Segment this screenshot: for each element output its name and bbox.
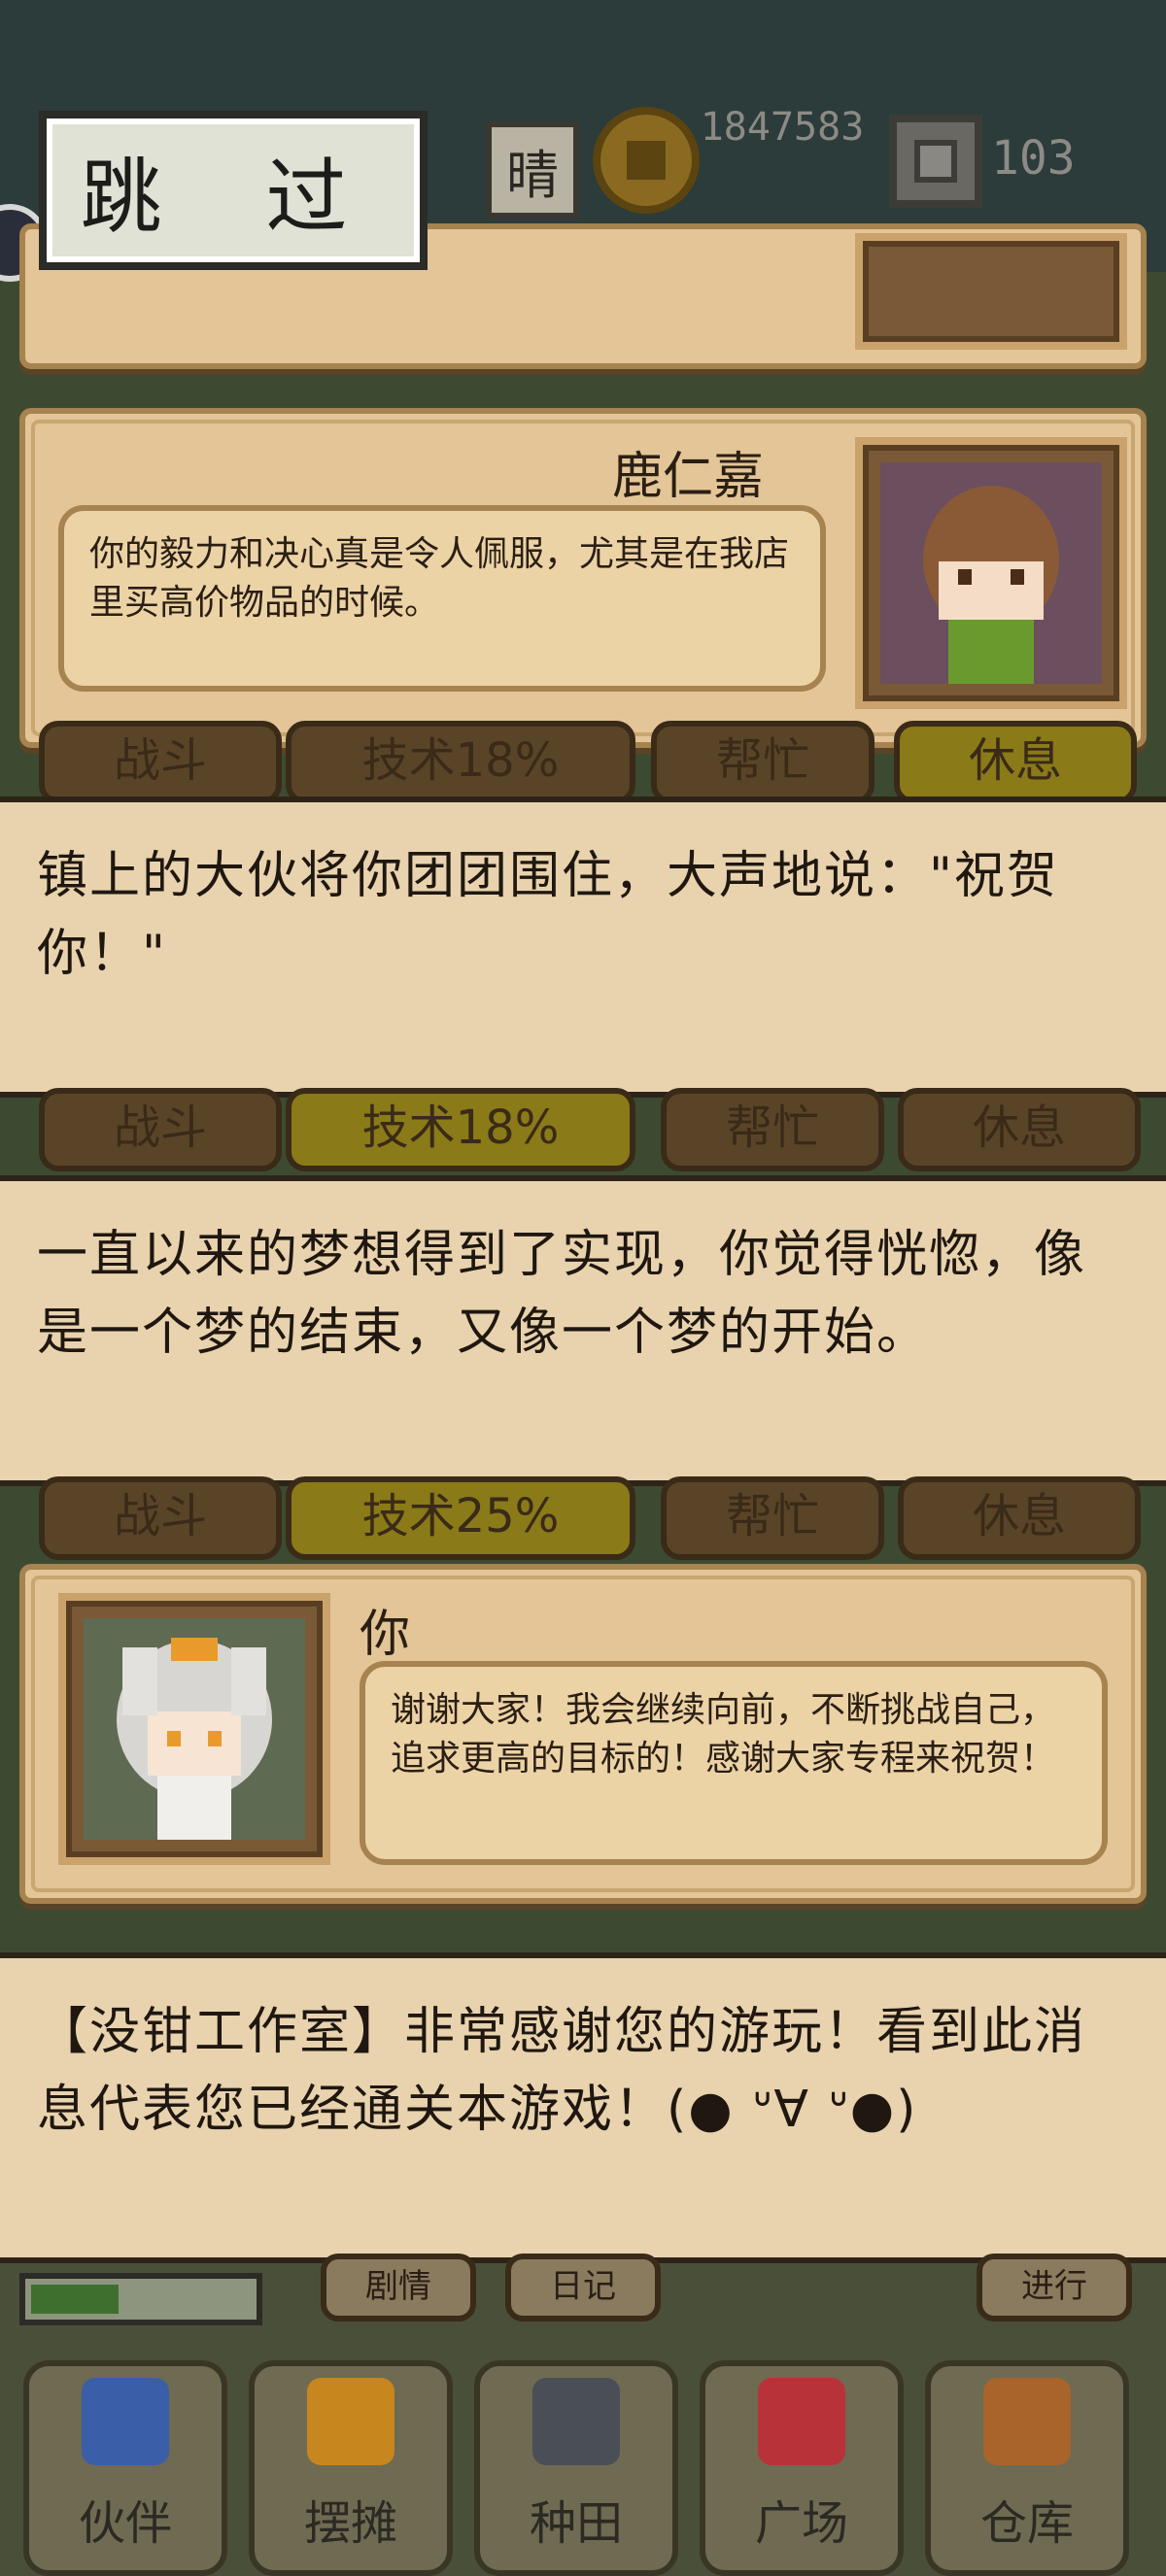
- gem-icon: [889, 115, 982, 208]
- coin-amount: 1847583: [700, 105, 865, 150]
- weather-indicator: 晴: [486, 121, 579, 219]
- portrait-luren-frame: [855, 437, 1127, 709]
- action-skill-button[interactable]: 技术25%: [286, 1476, 635, 1560]
- nav-label: 仓库: [979, 2496, 1074, 2551]
- story-button[interactable]: 剧情: [321, 2254, 476, 2322]
- progress-bar: [19, 2273, 262, 2325]
- action-help-button[interactable]: 帮忙: [651, 721, 874, 804]
- action-help-button[interactable]: 帮忙: [661, 1476, 884, 1560]
- nav-label: 种田: [529, 2496, 623, 2551]
- character-portrait: [880, 462, 1102, 684]
- action-rest-button[interactable]: 休息: [898, 1476, 1141, 1560]
- narration-box: 一直以来的梦想得到了实现，你觉得恍惚，像是一个梦的结束，又像一个梦的开始。: [0, 1175, 1166, 1486]
- coin-icon: [593, 107, 700, 214]
- nav-plaza[interactable]: 广场: [700, 2360, 904, 2576]
- action-help-button[interactable]: 帮忙: [661, 1088, 884, 1171]
- action-rest-button[interactable]: 休息: [898, 1088, 1141, 1171]
- diary-button[interactable]: 日记: [505, 2254, 661, 2322]
- narration-box: 镇上的大伙将你团团围住，大声地说："祝贺你！": [0, 797, 1166, 1098]
- progress-fill: [31, 2285, 120, 2314]
- action-skill-button[interactable]: 技术18%: [286, 721, 635, 804]
- nav-stall[interactable]: 摆摊: [249, 2360, 453, 2576]
- gem-amount: 103: [991, 131, 1076, 186]
- skip-button[interactable]: 跳 过: [39, 111, 428, 270]
- speaker-name: 鹿仁嘉: [612, 448, 765, 506]
- speech-bubble: 你的毅力和决心真是令人佩服，尤其是在我店里买高价物品的时候。: [58, 505, 826, 692]
- previous-portrait-frame: [855, 233, 1127, 350]
- stall-icon: [307, 2378, 394, 2465]
- watering-can-icon: [532, 2378, 620, 2465]
- speech-bubble: 谢谢大家！我会继续向前，不断挑战自己，追求更高的目标的！感谢大家专程来祝贺！: [360, 1661, 1108, 1865]
- narration-box: 【没钳工作室】非常感谢您的游玩！看到此消息代表您已经通关本游戏！(● ᐡ∀ ᐡ●…: [0, 1952, 1166, 2263]
- house-icon: [983, 2378, 1071, 2465]
- nav-warehouse[interactable]: 仓库: [925, 2360, 1129, 2576]
- action-battle-button[interactable]: 战斗: [39, 1088, 282, 1171]
- nav-label: 摆摊: [303, 2496, 397, 2551]
- nav-partner[interactable]: 伙伴: [23, 2360, 227, 2576]
- portrait-player-frame: [58, 1593, 330, 1865]
- action-battle-button[interactable]: 战斗: [39, 1476, 282, 1560]
- action-rest-button[interactable]: 休息: [894, 721, 1137, 804]
- nav-label: 伙伴: [78, 2496, 172, 2551]
- proceed-button[interactable]: 进行: [977, 2254, 1132, 2322]
- action-skill-button[interactable]: 技术18%: [286, 1088, 635, 1171]
- speaker-name: 你: [360, 1606, 411, 1664]
- partner-icon: [82, 2378, 169, 2465]
- nav-label: 广场: [754, 2496, 848, 2551]
- flower-icon: [758, 2378, 845, 2465]
- nav-farm[interactable]: 种田: [474, 2360, 678, 2576]
- action-battle-button[interactable]: 战斗: [39, 721, 282, 804]
- character-portrait: [84, 1618, 305, 1840]
